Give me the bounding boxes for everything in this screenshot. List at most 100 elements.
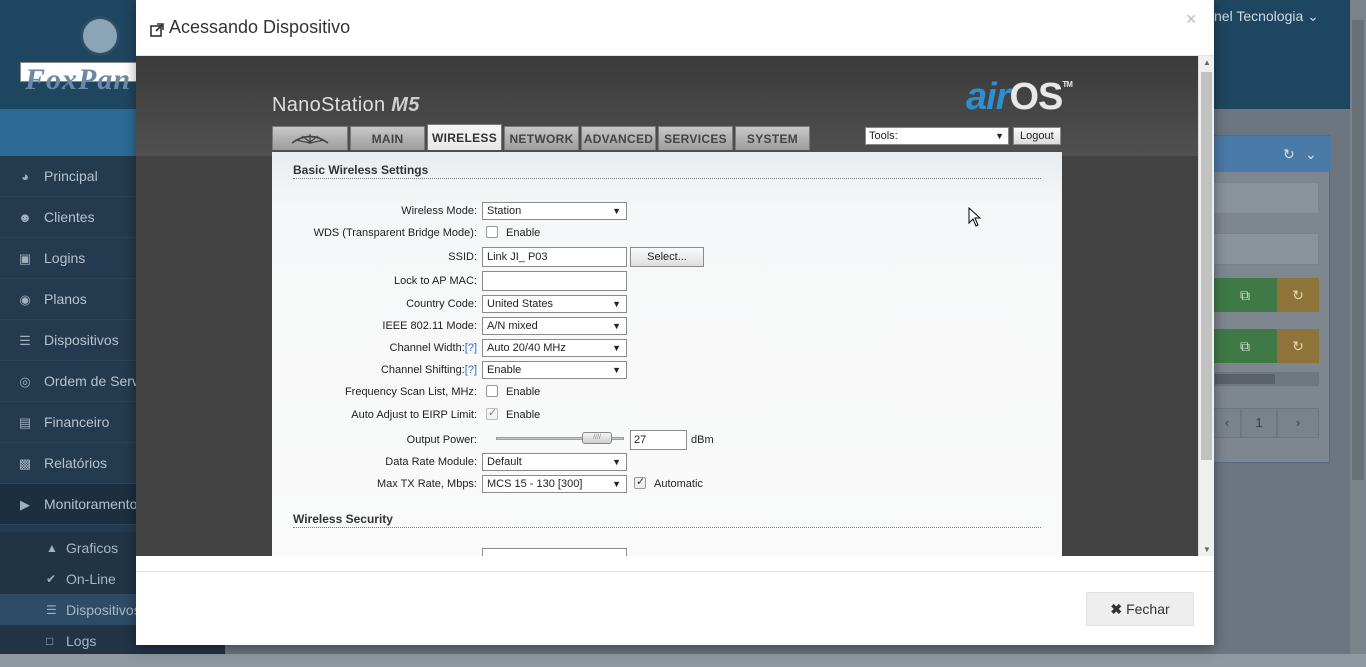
chevron-down-icon[interactable]: ⌄ bbox=[1305, 146, 1317, 163]
horizontal-scrollbar[interactable] bbox=[1213, 372, 1319, 386]
airos-header: NanoStation M5 airOSTM MAIN WIRELESS NET… bbox=[136, 56, 1198, 156]
external-link-icon: ⧉ bbox=[1240, 338, 1250, 354]
scrollbar-thumb[interactable] bbox=[1201, 72, 1212, 460]
modal-title: Acessando Dispositivo bbox=[150, 17, 350, 38]
pager-prev[interactable]: ‹ bbox=[1213, 408, 1241, 438]
panel-input[interactable] bbox=[1213, 182, 1319, 214]
country-code-select[interactable]: United States ▼ bbox=[482, 295, 627, 313]
row-ssid: SSID: Link JI_ P03 Select... bbox=[272, 247, 1062, 267]
refresh-button[interactable]: ↻ bbox=[1277, 329, 1319, 363]
dropdown-arrow-icon: ▼ bbox=[612, 343, 621, 353]
tab-network[interactable]: NETWORK bbox=[504, 126, 579, 150]
chevron-down-icon: ⌄ bbox=[1307, 8, 1319, 24]
section-divider bbox=[293, 178, 1041, 179]
section-title-security: Wireless Security bbox=[293, 512, 393, 526]
modal-close-button[interactable]: × bbox=[1186, 9, 1197, 30]
refresh-icon[interactable]: ↻ bbox=[1283, 146, 1295, 163]
tools-select[interactable]: Tools: ▼ bbox=[865, 127, 1009, 145]
dropdown-arrow-icon: ▼ bbox=[612, 321, 621, 331]
tab-main[interactable]: MAIN bbox=[350, 126, 425, 150]
device-panel: ↻ ⌄ ⧉ ↻ ⧉ ↻ ‹ 1 › bbox=[1212, 135, 1331, 463]
external-link-icon bbox=[150, 21, 164, 37]
refresh-icon: ↻ bbox=[1292, 287, 1304, 303]
ssid-select-button[interactable]: Select... bbox=[630, 247, 704, 267]
tab-services[interactable]: SERVICES bbox=[658, 126, 733, 150]
channel-width-help-link[interactable]: [?] bbox=[465, 342, 477, 354]
open-external-button[interactable]: ⧉ bbox=[1213, 329, 1277, 363]
dropdown-arrow-icon: ▼ bbox=[612, 299, 621, 309]
ssid-input[interactable]: Link JI_ P03 bbox=[482, 247, 627, 267]
device-access-modal: Acessando Dispositivo × NanoStation M5 a… bbox=[136, 0, 1214, 645]
bottom-bar bbox=[0, 654, 1366, 667]
panel-input[interactable] bbox=[1213, 233, 1319, 265]
auto-eirp-checkbox[interactable] bbox=[486, 406, 498, 421]
scroll-up-icon[interactable]: ▲ bbox=[1203, 58, 1211, 67]
tab-advanced[interactable]: ADVANCED bbox=[581, 126, 656, 150]
device-iframe: NanoStation M5 airOSTM MAIN WIRELESS NET… bbox=[136, 56, 1214, 556]
data-rate-select[interactable]: Default ▼ bbox=[482, 453, 627, 471]
logout-button[interactable]: Logout bbox=[1013, 127, 1061, 145]
iframe-scrollbar[interactable]: ▲ ▼ bbox=[1198, 56, 1214, 556]
money-icon: ▤ bbox=[18, 415, 32, 430]
user-menu[interactable]: nel Tecnologia ⌄ bbox=[1214, 8, 1319, 25]
max-tx-select[interactable]: MCS 15 - 130 [300] ▼ bbox=[482, 475, 627, 493]
support-icon: ◎ bbox=[19, 374, 31, 389]
server-icon: ☰ bbox=[19, 333, 31, 348]
ieee-mode-select[interactable]: A/N mixed ▼ bbox=[482, 317, 627, 335]
dropdown-arrow-icon: ▼ bbox=[612, 206, 621, 216]
modal-header: Acessando Dispositivo × bbox=[136, 0, 1214, 56]
channel-width-select[interactable]: Auto 20/40 MHz ▼ bbox=[482, 339, 627, 357]
max-tx-automatic-checkbox[interactable] bbox=[634, 475, 646, 490]
frequency-scan-checkbox[interactable] bbox=[486, 385, 498, 398]
pager-next[interactable]: › bbox=[1277, 408, 1319, 438]
video-camera-icon: ▶ bbox=[20, 497, 30, 512]
modal-footer: ✖ Fechar bbox=[136, 571, 1214, 645]
laptop-icon: ▣ bbox=[18, 251, 32, 266]
file-icon: □ bbox=[46, 633, 54, 648]
wireless-mode-select[interactable]: Station ▼ bbox=[482, 202, 627, 220]
row-channel-shifting: Channel Shifting:[?] Enable ▼ bbox=[272, 361, 1062, 381]
lock-ap-mac-input[interactable] bbox=[482, 271, 627, 291]
scrollbar-thumb[interactable] bbox=[1215, 374, 1275, 384]
scrollbar-thumb[interactable] bbox=[1352, 20, 1364, 480]
pager-page-1[interactable]: 1 bbox=[1241, 408, 1277, 438]
area-chart-icon: ▲ bbox=[46, 540, 58, 555]
list-icon: ☰ bbox=[46, 602, 57, 617]
close-icon: ✖ bbox=[1110, 600, 1123, 617]
page-scrollbar[interactable] bbox=[1350, 0, 1366, 667]
row-lock-ap-mac: Lock to AP MAC: bbox=[272, 271, 1062, 291]
slider-thumb[interactable]: //// bbox=[582, 432, 612, 444]
channel-shifting-select[interactable]: Enable ▼ bbox=[482, 361, 627, 379]
row-wireless-mode: Wireless Mode: Station ▼ bbox=[272, 202, 1062, 222]
dropdown-arrow-icon: ▼ bbox=[995, 131, 1004, 141]
channel-shifting-help-link[interactable]: [?] bbox=[465, 364, 477, 376]
tab-system[interactable]: SYSTEM bbox=[735, 126, 810, 150]
row-output-power: Output Power: //// 27 dBm bbox=[272, 430, 1062, 450]
row-auto-eirp: Auto Adjust to EIRP Limit: Enable bbox=[272, 406, 1062, 426]
globe-icon: ◉ bbox=[19, 292, 31, 307]
tab-ubiquiti-logo[interactable] bbox=[272, 126, 348, 150]
open-external-button[interactable]: ⧉ bbox=[1213, 278, 1277, 312]
tab-wireless[interactable]: WIRELESS bbox=[427, 124, 502, 150]
ubiquiti-logo-icon bbox=[291, 133, 329, 144]
security-select[interactable] bbox=[482, 548, 627, 556]
refresh-button[interactable]: ↻ bbox=[1277, 278, 1319, 312]
row-ieee-mode: IEEE 802.11 Mode: A/N mixed ▼ bbox=[272, 317, 1062, 337]
output-power-unit: dBm bbox=[691, 434, 714, 446]
section-divider bbox=[293, 527, 1041, 528]
mouse-cursor-icon bbox=[968, 207, 982, 227]
wds-checkbox[interactable] bbox=[486, 226, 498, 239]
dropdown-arrow-icon: ▼ bbox=[612, 479, 621, 489]
row-wds: WDS (Transparent Bridge Mode): Enable bbox=[313, 226, 541, 239]
bar-chart-icon: ▩ bbox=[18, 456, 32, 471]
scroll-down-icon[interactable]: ▼ bbox=[1203, 545, 1211, 554]
app-logo: FoxPan bbox=[20, 10, 165, 100]
fechar-button[interactable]: ✖ Fechar bbox=[1086, 592, 1194, 626]
dropdown-arrow-icon: ▼ bbox=[612, 365, 621, 375]
output-power-input[interactable]: 27 bbox=[630, 430, 687, 450]
logo-globe-icon bbox=[80, 16, 120, 56]
dropdown-arrow-icon: ▼ bbox=[612, 457, 621, 467]
refresh-icon: ↻ bbox=[1292, 338, 1304, 354]
output-power-slider[interactable]: //// bbox=[496, 432, 624, 444]
row-country-code: Country Code: United States ▼ bbox=[272, 295, 1062, 315]
